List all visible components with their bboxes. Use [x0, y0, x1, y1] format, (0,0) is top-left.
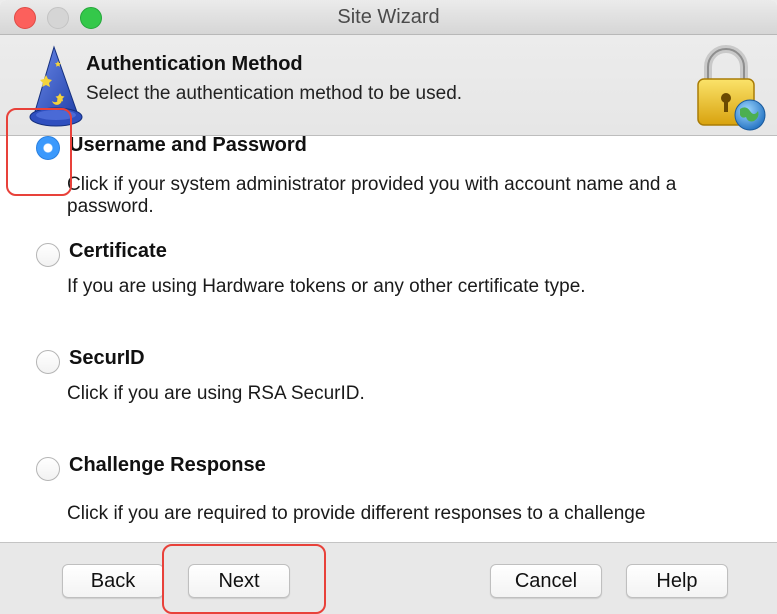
- radio-certificate[interactable]: [36, 243, 60, 267]
- wizard-hat-icon: [29, 45, 83, 127]
- cancel-button[interactable]: Cancel: [490, 564, 602, 598]
- wizard-header: Authentication Method Select the authent…: [0, 35, 777, 136]
- option-description: Click if you are required to provide dif…: [67, 503, 646, 524]
- wizard-footer: Back Next Cancel Help: [0, 542, 777, 614]
- option-label: Certificate: [69, 240, 167, 262]
- window-title: Site Wizard: [337, 6, 440, 28]
- option-label: SecurID: [69, 347, 145, 369]
- radio-username-password[interactable]: [36, 136, 60, 160]
- next-button[interactable]: Next: [188, 564, 290, 598]
- back-button[interactable]: Back: [62, 564, 164, 598]
- options-panel: Username and Password Click if your syst…: [0, 134, 777, 542]
- option-label: Username and Password: [69, 134, 307, 156]
- lock-globe-icon: [697, 45, 766, 131]
- radio-securid[interactable]: [36, 350, 60, 374]
- header-subtitle: Select the authentication method to be u…: [86, 83, 463, 104]
- option-description: Click if you are using RSA SecurID.: [67, 383, 365, 404]
- help-button[interactable]: Help: [626, 564, 728, 598]
- site-wizard-window: Site Wizard Authentication Method Select…: [0, 0, 777, 614]
- title-bar: Site Wizard: [0, 0, 777, 35]
- option-description: If you are using Hardware tokens or any …: [67, 276, 586, 297]
- radio-challenge-response[interactable]: [36, 457, 60, 481]
- header-title: Authentication Method: [86, 53, 303, 75]
- option-label: Challenge Response: [69, 454, 266, 476]
- option-description: Click if your system administrator provi…: [67, 174, 677, 217]
